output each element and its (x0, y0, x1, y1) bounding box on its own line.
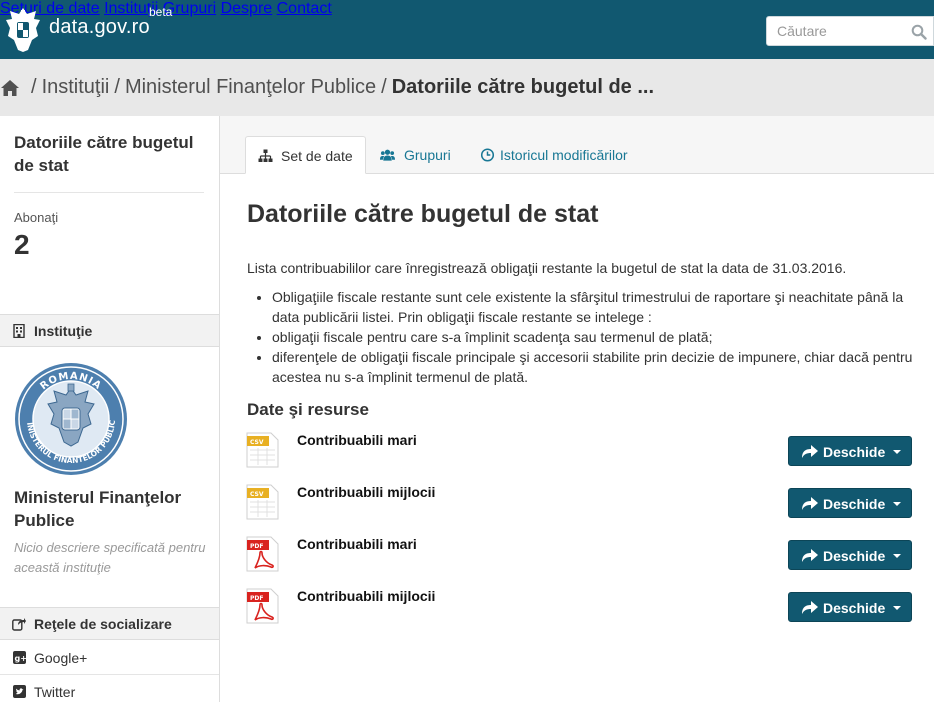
institution-section-label: Instituţie (34, 323, 93, 339)
google-plus-icon: g+ (13, 651, 26, 664)
breadcrumb-separator: / (31, 76, 37, 98)
svg-text:g+: g+ (15, 654, 27, 663)
clock-icon (480, 148, 495, 162)
tab-groups-label: Grupuri (404, 147, 451, 163)
beta-badge: beta (149, 5, 173, 19)
file-format-label: PDF (250, 543, 263, 550)
site-header: data.gov.ro beta Seturi de date Instituţ… (0, 0, 934, 59)
notes-bullet: diferenţele de obligaţii fiscale princip… (272, 347, 917, 387)
share-arrow-icon (802, 445, 818, 458)
resources-heading: Date şi resurse (247, 400, 369, 419)
breadcrumb-bar: / Instituţii / Ministerul Finanţelor Pub… (0, 59, 934, 116)
resource-name[interactable]: Contribuabili mijlocii (297, 484, 435, 500)
open-button-label: Deschide (823, 444, 886, 460)
search-input[interactable] (767, 17, 897, 45)
open-button-label: Deschide (823, 600, 886, 616)
home-icon[interactable] (0, 79, 20, 97)
search-box (766, 16, 934, 46)
csv-file-icon[interactable]: CSV (246, 484, 279, 520)
resource-name[interactable]: Contribuabili mijlocii (297, 588, 435, 604)
breadcrumb-separator: / (381, 76, 387, 98)
dataset-notes-list: Obligaţiile fiscale restante sunt cele e… (247, 287, 917, 387)
social-link-googleplus[interactable]: g+ Google+ (0, 641, 219, 675)
caret-down-icon (893, 502, 901, 506)
tab-groups[interactable]: Grupuri (368, 136, 464, 174)
social-section-label: Reţele de socializare (34, 616, 172, 632)
nav-about[interactable]: Despre (221, 0, 273, 17)
twitter-icon (13, 685, 26, 698)
open-button-label: Deschide (823, 548, 886, 564)
tab-dataset-label: Set de date (281, 148, 353, 164)
sidebar: Datoriile către bugetul de stat Abonaţi … (0, 116, 220, 702)
social-section-header: Reţele de socializare (0, 607, 219, 640)
dataset-title: Datoriile către bugetul de stat (247, 200, 599, 228)
pdf-file-icon[interactable]: PDF (246, 536, 279, 572)
sitemap-icon (258, 149, 273, 162)
share-icon (12, 618, 26, 631)
social-link-label[interactable]: Twitter (34, 684, 75, 700)
breadcrumb-institutions[interactable]: Instituţii (42, 76, 110, 99)
tab-activity-stream[interactable]: Istoricul modificărilor (468, 136, 648, 174)
notes-bullet: obligaţii fiscale pentru care s-a împlin… (272, 327, 917, 347)
site-name[interactable]: data.gov.ro (49, 16, 150, 39)
institution-section-header: Instituţie (0, 314, 219, 347)
dataset-notes: Lista contribuabililor care înregistreaz… (247, 258, 917, 387)
share-arrow-icon (802, 549, 818, 562)
share-arrow-icon (802, 601, 818, 614)
breadcrumb-organization[interactable]: Ministerul Finanţelor Publice (125, 76, 376, 99)
followers-label: Abonaţi (14, 210, 59, 225)
users-icon (380, 149, 395, 161)
building-icon (13, 324, 25, 338)
resource-item: PDF Contribuabili mari Deschide (246, 536, 916, 576)
romania-coat-of-arms-icon[interactable] (4, 6, 42, 54)
sidebar-divider (14, 192, 204, 193)
resource-name[interactable]: Contribuabili mari (297, 432, 417, 448)
file-format-label: CSV (250, 439, 264, 446)
open-button-label: Deschide (823, 496, 886, 512)
share-arrow-icon (802, 497, 818, 510)
caret-down-icon (893, 606, 901, 610)
open-resource-button[interactable]: Deschide (788, 488, 912, 518)
resource-name[interactable]: Contribuabili mari (297, 536, 417, 552)
social-link-label[interactable]: Google+ (34, 650, 87, 666)
open-resource-button[interactable]: Deschide (788, 540, 912, 570)
breadcrumb-current[interactable]: Datoriile către bugetul de ... (392, 76, 654, 99)
file-format-label: CSV (250, 491, 264, 498)
file-format-label: PDF (250, 595, 263, 602)
resource-item: CSV Contribuabili mijlocii Deschide (246, 484, 916, 524)
tab-dataset[interactable]: Set de date (245, 136, 366, 174)
open-resource-button[interactable]: Deschide (788, 592, 912, 622)
open-resource-button[interactable]: Deschide (788, 436, 912, 466)
resource-item: PDF Contribuabili mijlocii Deschide (246, 588, 916, 628)
dataset-intro: Lista contribuabililor care înregistreaz… (247, 260, 847, 276)
breadcrumb: / Instituţii / Ministerul Finanţelor Pub… (0, 76, 654, 99)
tab-activity-label: Istoricul modificărilor (500, 147, 628, 163)
breadcrumb-separator: / (114, 76, 120, 98)
notes-bullet: Obligaţiile fiscale restante sunt cele e… (272, 287, 917, 327)
followers-count: 2 (14, 229, 30, 260)
sidebar-dataset-title: Datoriile către bugetul de stat (14, 133, 194, 175)
resource-item: CSV Contribuabili mari Deschide (246, 432, 916, 472)
organization-name[interactable]: Ministerul Finanţelor Publice (14, 486, 214, 532)
ministry-seal-logo[interactable]: ROMANIA MINISTERUL FINANTELOR PUBLICE (14, 362, 128, 476)
nav-contact[interactable]: Contact (277, 0, 332, 17)
pdf-file-icon[interactable]: PDF (246, 588, 279, 624)
csv-file-icon[interactable]: CSV (246, 432, 279, 468)
search-icon[interactable] (911, 24, 927, 40)
caret-down-icon (893, 450, 901, 454)
organization-description: Nicio descriere specificată pentru aceas… (14, 540, 206, 575)
caret-down-icon (893, 554, 901, 558)
main-content: Set de date Grupuri Istoricul modificări… (220, 116, 934, 702)
tabs-strip: Set de date Grupuri Istoricul modificări… (220, 116, 934, 174)
social-link-twitter[interactable]: Twitter (0, 675, 219, 702)
